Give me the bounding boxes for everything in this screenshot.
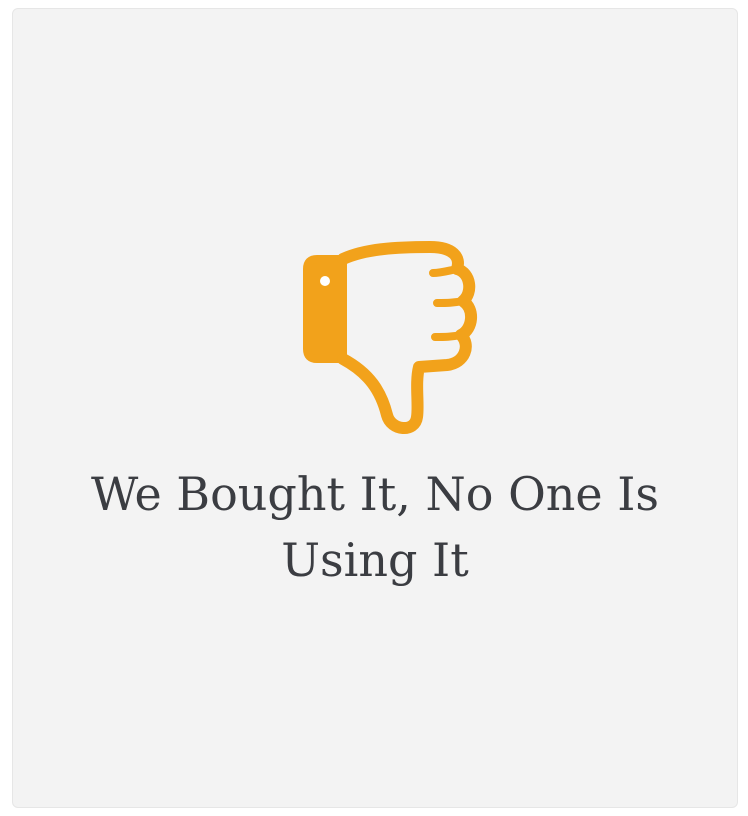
card-title: We Bought It, No One Is Using It (33, 461, 717, 593)
card-title-line-1: We Bought It, No One Is (90, 467, 660, 521)
content-card: We Bought It, No One Is Using It (12, 8, 738, 808)
card-title-line-2: Using It (281, 533, 469, 587)
thumbs-down-icon (295, 237, 479, 437)
